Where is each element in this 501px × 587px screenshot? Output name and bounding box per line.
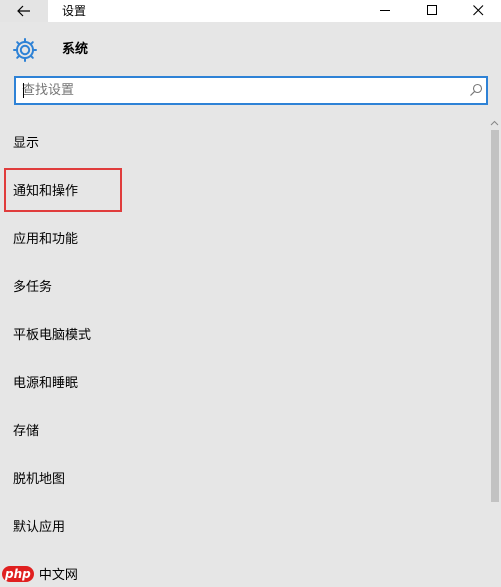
search-box[interactable] [14, 76, 488, 105]
close-button[interactable] [455, 0, 501, 22]
maximize-icon [427, 5, 437, 15]
vertical-scrollbar[interactable] [488, 118, 501, 587]
watermark-badge: php [2, 565, 34, 582]
scrollbar-thumb[interactable] [491, 130, 499, 502]
title-bar: 设置 [0, 0, 501, 22]
page-header: 系统 [0, 22, 501, 72]
maximize-button[interactable] [409, 0, 455, 22]
nav-item-offline-maps[interactable]: 脱机地图 [0, 456, 488, 504]
minimize-icon [380, 10, 390, 11]
back-arrow-icon [17, 5, 30, 17]
back-button[interactable] [0, 0, 48, 22]
gear-icon [13, 38, 37, 62]
nav-item-display[interactable]: 显示 [0, 120, 488, 168]
scroll-up-arrow-icon[interactable] [490, 120, 499, 126]
nav-item-storage[interactable]: 存储 [0, 408, 488, 456]
close-icon [473, 5, 484, 16]
settings-nav-list: 显示 通知和操作 应用和功能 多任务 平板电脑模式 电源和睡眠 存储 脱机地图 … [0, 120, 488, 552]
nav-item-power-sleep[interactable]: 电源和睡眠 [0, 360, 488, 408]
nav-item-multitasking[interactable]: 多任务 [0, 264, 488, 312]
nav-item-default-apps[interactable]: 默认应用 [0, 504, 488, 552]
nav-item-apps-features[interactable]: 应用和功能 [0, 216, 488, 264]
page-title: 系统 [62, 42, 89, 57]
window-title: 设置 [62, 4, 87, 18]
nav-item-tablet-mode[interactable]: 平板电脑模式 [0, 312, 488, 360]
search-input[interactable] [16, 78, 456, 103]
search-icon[interactable] [469, 83, 483, 97]
text-cursor [23, 83, 24, 98]
minimize-button[interactable] [362, 0, 408, 22]
watermark: php 中文网 [0, 563, 78, 587]
watermark-text: 中文网 [38, 568, 78, 583]
nav-item-notifications-actions[interactable]: 通知和操作 [0, 168, 488, 216]
